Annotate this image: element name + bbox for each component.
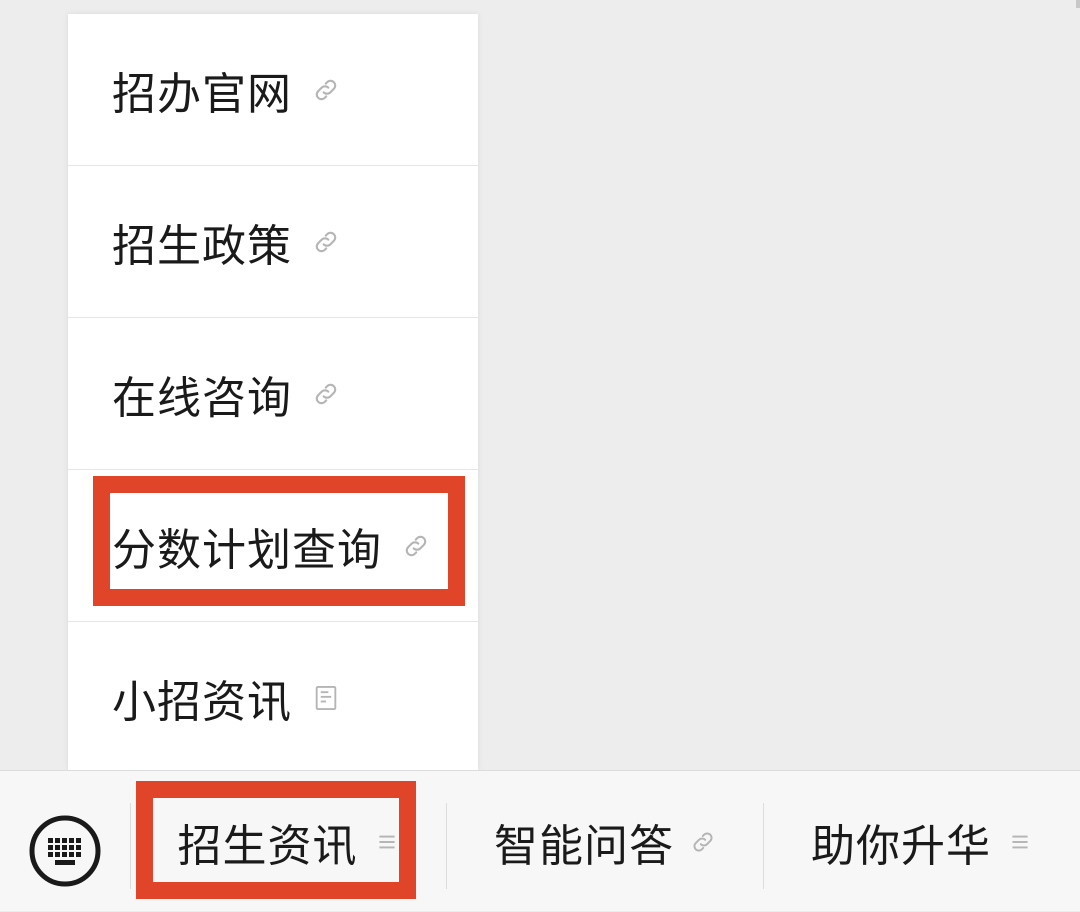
menu-lines-icon: [374, 829, 400, 855]
link-icon: [312, 380, 340, 408]
keyboard-toggle-button[interactable]: [28, 814, 102, 888]
submenu-item-official-site[interactable]: 招办官网: [68, 14, 478, 165]
submenu-item-label: 招办官网: [112, 68, 292, 120]
submenu-item-label: 小招资讯: [112, 676, 292, 728]
submenu-item-score-plan-query[interactable]: 分数计划查询: [68, 470, 478, 621]
menu-button-smart-qa[interactable]: 智能问答: [447, 771, 763, 912]
menu-lines-icon: [1007, 829, 1033, 855]
scroll-indicator: [1076, 0, 1080, 8]
submenu-item-admission-policy[interactable]: 招生政策: [68, 166, 478, 317]
menu-button-help-you-rise[interactable]: 助你升华: [764, 771, 1080, 912]
menu-button-label: 助你升华: [811, 820, 991, 872]
submenu-item-online-consult[interactable]: 在线咨询: [68, 318, 478, 469]
submenu-item-news[interactable]: 小招资讯: [68, 622, 478, 773]
bottom-menu-bar: 招生资讯 智能问答 助你升华: [0, 770, 1080, 911]
submenu-item-label: 招生政策: [112, 220, 292, 272]
link-icon: [402, 532, 430, 560]
submenu-item-label: 分数计划查询: [112, 524, 382, 576]
link-icon: [690, 829, 716, 855]
submenu-item-label: 在线咨询: [112, 372, 292, 424]
submenu-popup: 招办官网 招生政策 在线咨询 分数计划查询 小招资讯: [68, 14, 478, 770]
menu-button-label: 招生资讯: [177, 820, 358, 872]
keyboard-icon: [29, 815, 101, 887]
article-icon: [312, 684, 340, 712]
menu-button-label: 智能问答: [494, 820, 674, 872]
link-icon: [312, 228, 340, 256]
link-icon: [312, 76, 340, 104]
menu-button-admission-news[interactable]: 招生资讯: [131, 771, 446, 912]
